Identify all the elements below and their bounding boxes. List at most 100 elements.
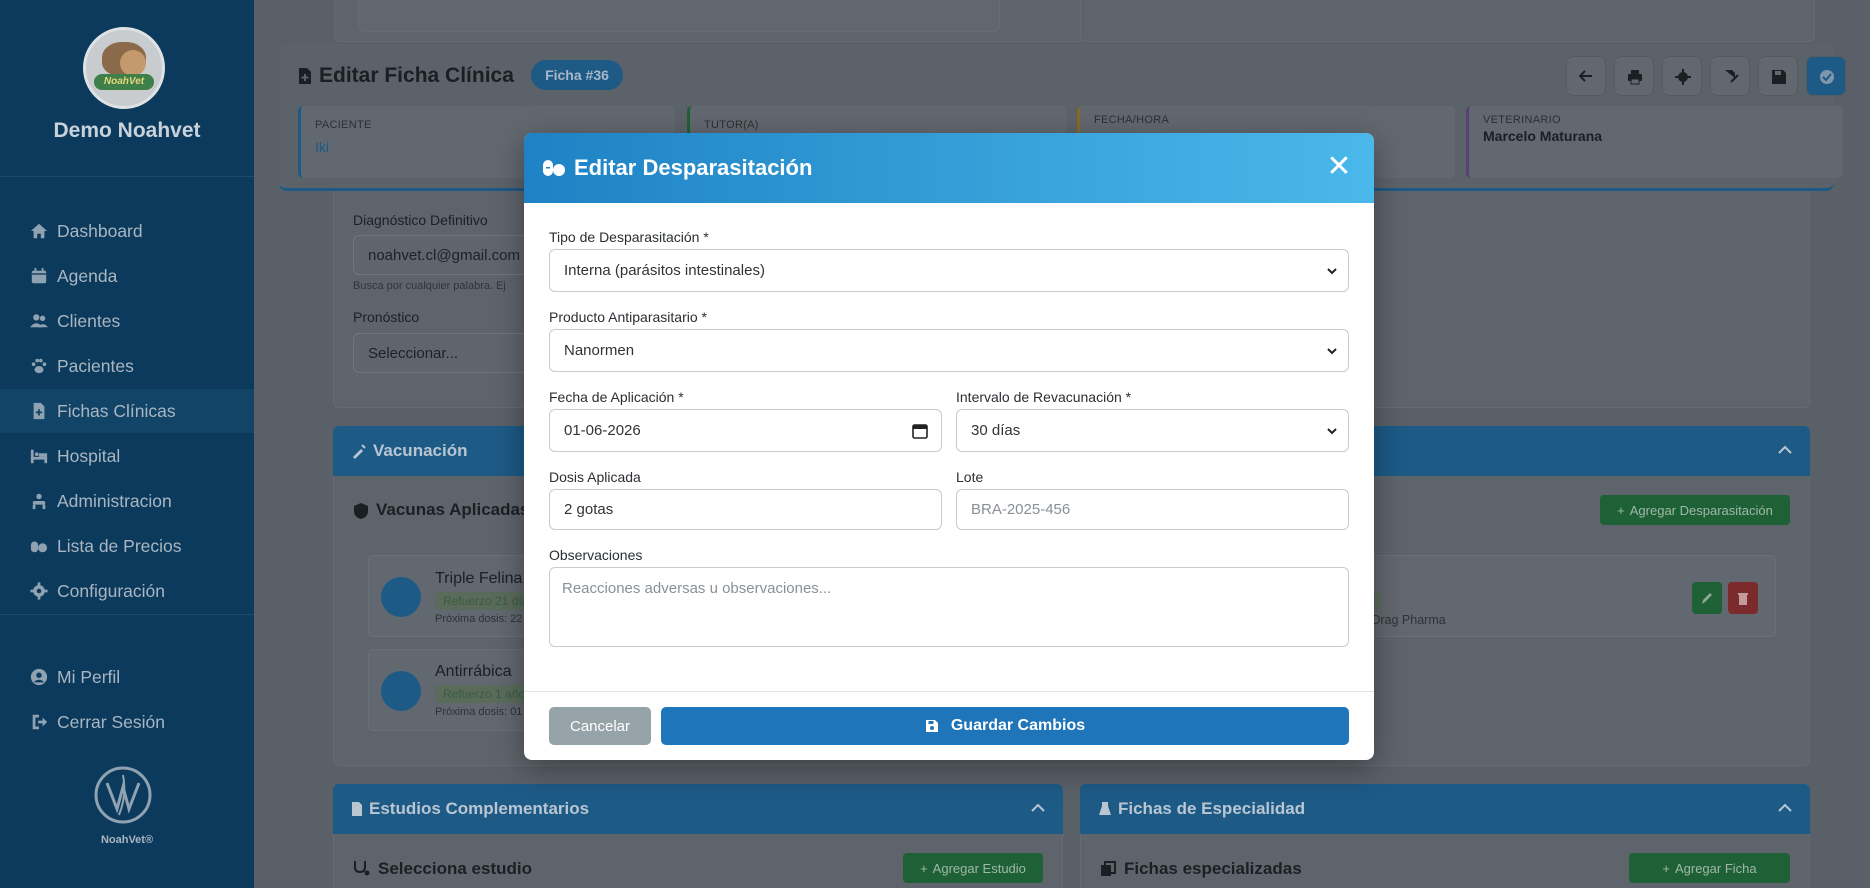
vacunacion-title: Vacunación (373, 441, 468, 460)
tipo-value: Interna (parásitos intestinales) (564, 262, 765, 279)
prior-section-card-right (1080, 0, 1815, 42)
vaccine-refuerzo-badge: Refuerzo 1 año (435, 685, 534, 703)
intervalo-value: 30 días (971, 422, 1021, 439)
sidebar-item-label: Clientes (57, 310, 121, 331)
sidebar-item-label: Fichas Clínicas (57, 400, 176, 421)
sidebar-divider (0, 176, 254, 177)
syringe-icon (381, 671, 421, 711)
modal-title: Editar Desparasitación (574, 155, 813, 180)
chevron-up-icon[interactable] (1778, 803, 1792, 813)
sidebar-item-administracion[interactable]: Administracion (0, 479, 254, 523)
sidebar-item-label: Lista de Precios (57, 535, 182, 556)
check-circle-icon (1820, 70, 1834, 84)
agregar-ficha-button[interactable]: + Agregar Ficha (1629, 853, 1790, 883)
sidebar-item-hospital[interactable]: Hospital (0, 434, 254, 478)
signature-button[interactable] (1710, 56, 1750, 96)
observaciones-placeholder: Reacciones adversas u observaciones... (562, 580, 832, 597)
save-button[interactable]: Guardar Cambios (661, 707, 1349, 745)
sidebar-item-mi-perfil[interactable]: Mi Perfil (0, 655, 254, 699)
admin-icon (32, 493, 46, 510)
calendar-icon[interactable] (911, 422, 929, 440)
agregar-estudio-button[interactable]: + Agregar Estudio (903, 853, 1043, 883)
user-circle-icon (30, 668, 48, 686)
sidebar-item-lista-de-precios[interactable]: Lista de Precios (0, 524, 254, 568)
ficha-number-badge: Ficha #36 (531, 60, 623, 90)
chevron-down-icon (1327, 428, 1337, 435)
save-draft-button[interactable] (1758, 56, 1798, 96)
close-icon[interactable]: ✕ (1324, 152, 1354, 183)
producto-antiparasitario-select[interactable]: Nanormen (549, 329, 1349, 372)
sidebar-item-label: Administracion (57, 490, 172, 511)
diagnostico-help: Busca por cualquier palabra. Ej (353, 280, 506, 292)
file-signature-icon (1725, 70, 1739, 84)
fichas-especializadas-title: Fichas especializadas (1124, 859, 1302, 878)
chevron-up-icon[interactable] (1031, 803, 1045, 813)
fecha-value: 01-06-2026 (564, 422, 641, 439)
tipo-desparasitacion-select[interactable]: Interna (parásitos intestinales) (549, 249, 1349, 292)
back-button[interactable] (1566, 56, 1606, 96)
lote-label: Lote (956, 469, 984, 485)
logout-icon (32, 714, 48, 730)
intervalo-revacunacion-select[interactable]: 30 días (956, 409, 1349, 452)
gear-icon (30, 582, 48, 600)
dosis-aplicada-input[interactable]: 2 gotas (549, 489, 942, 530)
brand-logo[interactable]: NoahVet (83, 27, 165, 109)
hospital-bed-icon (30, 449, 48, 464)
chevron-down-icon (1327, 348, 1337, 355)
syringe-icon (381, 577, 421, 617)
modal-footer-divider (524, 691, 1374, 692)
file-medical-icon (299, 68, 311, 84)
sidebar-item-label: Pacientes (57, 355, 134, 376)
vaccine-next-dose: Próxima dosis: 22 (435, 613, 523, 625)
pills-icon (543, 160, 565, 176)
save-icon (925, 720, 938, 732)
edit-button[interactable] (1692, 582, 1722, 614)
sidebar-item-cerrar-sesion[interactable]: Cerrar Sesión (0, 700, 254, 744)
finalize-button[interactable] (1806, 56, 1846, 96)
shield-icon (354, 503, 368, 519)
copy-medical-icon (1101, 861, 1116, 876)
lote-input[interactable]: BRA-2025-456 (956, 489, 1349, 530)
arrow-left-icon (1579, 70, 1592, 82)
prior-textarea (358, 0, 1000, 32)
print-button[interactable] (1614, 56, 1654, 96)
diagnostico-label: Diagnóstico Definitivo (353, 212, 488, 228)
veterinario-label: VETERINARIO (1483, 114, 1561, 126)
virus-button[interactable] (1662, 56, 1702, 96)
producto-label: Producto Antiparasitario * (549, 309, 707, 325)
agregar-estudio-label: Agregar Estudio (932, 860, 1026, 876)
chevron-up-icon[interactable] (1778, 445, 1792, 455)
paw-icon (31, 358, 47, 374)
delete-button[interactable] (1728, 582, 1758, 614)
dosis-value: 2 gotas (564, 501, 614, 518)
cancel-button[interactable]: Cancelar (549, 707, 651, 745)
sidebar-divider (0, 614, 254, 615)
paciente-label: PACIENTE (315, 119, 372, 131)
sidebar-item-label: Agenda (57, 265, 118, 286)
observaciones-textarea[interactable]: Reacciones adversas u observaciones... (549, 567, 1349, 647)
veterinario-box: VETERINARIO Marcelo Maturana (1466, 106, 1843, 178)
sidebar-item-fichas-clinicas[interactable]: Fichas Clínicas (0, 389, 254, 433)
sidebar-item-dashboard[interactable]: Dashboard (0, 209, 254, 253)
sidebar-item-agenda[interactable]: Agenda (0, 254, 254, 298)
fecha-aplicacion-input[interactable]: 01-06-2026 (549, 409, 942, 452)
users-icon (30, 314, 48, 328)
sidebar-item-configuracion[interactable]: Configuración (0, 569, 254, 613)
logo-text: NoahVet (94, 74, 154, 90)
especialidad-title: Fichas de Especialidad (1118, 799, 1306, 818)
estudios-header[interactable]: Estudios Complementarios (333, 784, 1063, 834)
noahvet-logo-icon (94, 766, 152, 824)
save-label: Guardar Cambios (950, 717, 1086, 734)
agregar-desparasitacion-button[interactable]: + Agregar Desparasitación (1600, 495, 1790, 525)
tipo-label: Tipo de Desparasitación * (549, 229, 709, 245)
sidebar-item-clientes[interactable]: Clientes (0, 299, 254, 343)
sidebar-item-pacientes[interactable]: Pacientes (0, 344, 254, 388)
chevron-down-icon (1327, 268, 1337, 275)
file-medical-icon (33, 402, 45, 420)
especialidad-header[interactable]: Fichas de Especialidad (1080, 784, 1810, 834)
print-icon (1628, 70, 1642, 85)
vaccine-name: Triple Felina (435, 570, 523, 587)
tutor-label: TUTOR(A) (704, 119, 759, 131)
page-title: Editar Ficha Clínica (319, 64, 514, 87)
clinic-name: Demo Noahvet (53, 119, 201, 142)
